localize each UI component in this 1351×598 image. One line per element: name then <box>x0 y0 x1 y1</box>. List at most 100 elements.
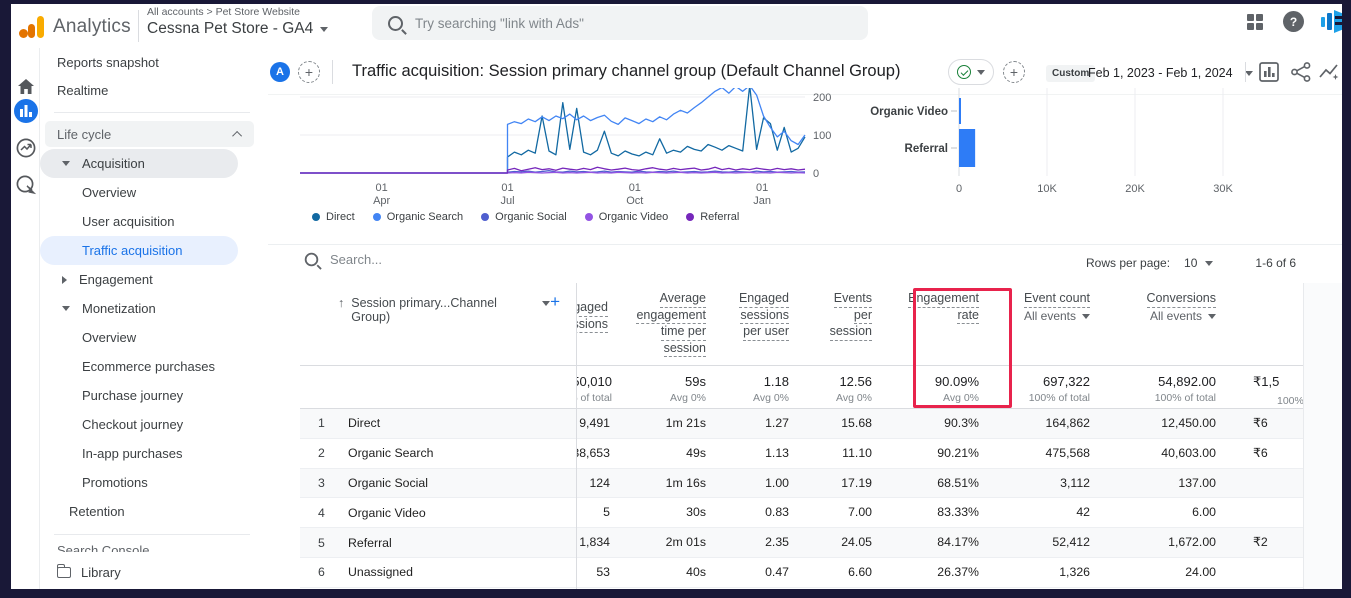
column-header-engaged-sessions-per-user[interactable]: Engagedsessionsper user <box>712 283 795 365</box>
metric-cell: 53 <box>576 558 616 587</box>
folder-icon <box>57 567 71 578</box>
metric-cell: 1,834 <box>576 528 616 557</box>
sidebar-item-ecommerce-purchases[interactable]: Ecommerce purchases <box>40 352 262 381</box>
svg-text:200: 200 <box>813 92 831 104</box>
home-icon[interactable] <box>14 74 38 98</box>
svg-text:01: 01 <box>501 182 513 194</box>
legend-dot-icon <box>585 213 593 221</box>
totals-cell: 50,010100% of total <box>576 366 616 408</box>
insights-icon[interactable] <box>1318 61 1340 83</box>
sidebar-item-traffic-acquisition[interactable]: Traffic acquisition <box>40 236 238 265</box>
totals-cell: 697,322100% of total <box>985 366 1096 408</box>
sidebar-item-in-app-purchases[interactable]: In-app purchases <box>40 439 262 468</box>
sidebar-item-promotions[interactable]: Promotions <box>40 468 262 497</box>
metric-cell: 164,862 <box>985 409 1096 438</box>
help-icon[interactable]: ? <box>1283 11 1304 32</box>
table-pagination-controls: Rows per page: 10 1-6 of 6 <box>1086 256 1296 270</box>
legend-item-referral[interactable]: Referral <box>686 211 739 223</box>
sidebar-item-acquisition[interactable]: Acquisition <box>40 149 238 178</box>
product-name: Analytics <box>53 16 131 38</box>
apps-grid-icon[interactable] <box>1247 14 1263 30</box>
chevron-up-icon <box>232 130 242 140</box>
sidebar-item-search-console-clipped[interactable]: Search Console <box>40 543 262 552</box>
totals-cell: 54,892.00100% of total <box>1096 366 1222 408</box>
divider <box>54 534 250 535</box>
metric-cell: 1.13 <box>712 439 795 468</box>
table-search[interactable] <box>304 252 550 267</box>
column-header-channel-group[interactable]: ↑ Session primary...Channel Group) + <box>300 283 576 365</box>
legend-dot-icon <box>373 213 381 221</box>
svg-text:20K: 20K <box>1125 183 1145 195</box>
report-title: Traffic acquisition: Session primary cha… <box>352 62 900 81</box>
metric-cell: 83.33% <box>878 498 985 527</box>
legend-item-direct[interactable]: Direct <box>312 211 355 223</box>
metric-cell: 3,112 <box>985 469 1096 498</box>
app-bar: Analytics All accounts > Pet Store Websi… <box>11 4 1342 48</box>
metric-cell <box>1222 498 1303 527</box>
sessions-by-channel-bar-chart: 010K20K30KOrganic VideoReferral <box>850 88 1345 238</box>
svg-text:Referral: Referral <box>905 143 948 155</box>
metric-filter-dropdown[interactable]: All events <box>1096 309 1222 323</box>
svg-text:01: 01 <box>756 182 768 194</box>
column-header-clipped[interactable] <box>1222 283 1303 365</box>
add-metric-button[interactable]: + <box>1003 61 1025 83</box>
breadcrumb[interactable]: All accounts > Pet Store Website <box>147 6 300 18</box>
column-header-conversions[interactable]: ConversionsAll events <box>1096 283 1222 365</box>
metric-cell: 1.00 <box>712 469 795 498</box>
column-header-engagement-rate[interactable]: Engagementrate <box>878 283 985 365</box>
svg-text:0: 0 <box>813 168 819 180</box>
metric-filter-dropdown[interactable]: All events <box>985 309 1096 323</box>
sidebar-item-overview[interactable]: Overview <box>40 178 262 207</box>
divider <box>268 244 1342 245</box>
legend-item-organic-search[interactable]: Organic Search <box>373 211 463 223</box>
add-comparison-button[interactable]: + <box>298 61 320 83</box>
reports-icon[interactable] <box>14 99 38 123</box>
svg-text:Jan: Jan <box>753 195 771 207</box>
metric-cell: 38,653 <box>576 439 616 468</box>
sidebar-item-monetization[interactable]: Monetization <box>40 294 262 323</box>
sidebar-item-purchase-journey[interactable]: Purchase journey <box>40 381 262 410</box>
column-header-engaged-sessions[interactable]: Engagedsessions <box>576 283 616 365</box>
legend-item-organic-social[interactable]: Organic Social <box>481 211 567 223</box>
table-row-organic-social: 3Organic Social1241m 16s1.0017.1968.51%3… <box>300 469 1303 499</box>
totals-cell: 59sAvg 0% <box>616 366 712 408</box>
check-circle-icon <box>957 65 971 79</box>
metric-cell: 40,603.00 <box>1096 439 1222 468</box>
explore-icon[interactable] <box>14 173 38 197</box>
column-header-average-engagement-time-per-session[interactable]: Averageengagementtime persession <box>616 283 712 365</box>
report-status-pill[interactable] <box>948 59 994 85</box>
table-row-organic-video: 4Organic Video530s0.837.0083.33%426.00 <box>300 498 1303 528</box>
metric-cell: 42 <box>985 498 1096 527</box>
caret-right-icon <box>62 276 67 284</box>
sidebar-item-user-acquisition[interactable]: User acquisition <box>40 207 262 236</box>
sidebar-item-engagement[interactable]: Engagement <box>40 265 262 294</box>
property-selector[interactable]: Cessna Pet Store - GA4 <box>147 20 328 38</box>
column-header-event-count[interactable]: Event countAll events <box>985 283 1096 365</box>
legend-item-organic-video[interactable]: Organic Video <box>585 211 669 223</box>
sidebar-item-overview[interactable]: Overview <box>40 323 262 352</box>
report-badge[interactable]: A <box>270 62 290 82</box>
pagination-range: 1-6 of 6 <box>1255 256 1296 270</box>
metric-cell: 475,568 <box>985 439 1096 468</box>
metric-cell: 6.60 <box>795 558 878 587</box>
rows-per-page-select[interactable]: 10 <box>1184 256 1213 270</box>
date-range-picker[interactable]: Feb 1, 2023 - Feb 1, 2024 <box>1088 66 1253 80</box>
column-header-events-per-session[interactable]: Eventspersession <box>795 283 878 365</box>
advertising-icon[interactable] <box>14 136 38 160</box>
global-search[interactable] <box>372 6 868 40</box>
global-search-input[interactable] <box>415 16 815 31</box>
sidebar-item-checkout-journey[interactable]: Checkout journey <box>40 410 262 439</box>
sidebar-item-realtime[interactable]: Realtime <box>40 76 262 104</box>
add-dimension-icon[interactable]: + <box>550 292 560 312</box>
table-header-row: ↑ Session primary...Channel Group) + Eng… <box>300 283 1303 366</box>
sidebar-item-library[interactable]: Library <box>40 558 262 586</box>
chevron-down-icon <box>320 27 328 32</box>
sidebar-nav: AcquisitionOverviewUser acquisitionTraff… <box>40 149 262 526</box>
customize-report-icon[interactable] <box>1258 61 1280 83</box>
collection-life-cycle[interactable]: Life cycle <box>45 121 254 147</box>
metric-cell: 11.10 <box>795 439 878 468</box>
sidebar-item-retention[interactable]: Retention <box>40 497 262 526</box>
sidebar-item-reports-snapshot[interactable]: Reports snapshot <box>40 48 262 76</box>
share-icon[interactable] <box>1290 61 1312 83</box>
table-search-input[interactable] <box>330 252 550 267</box>
